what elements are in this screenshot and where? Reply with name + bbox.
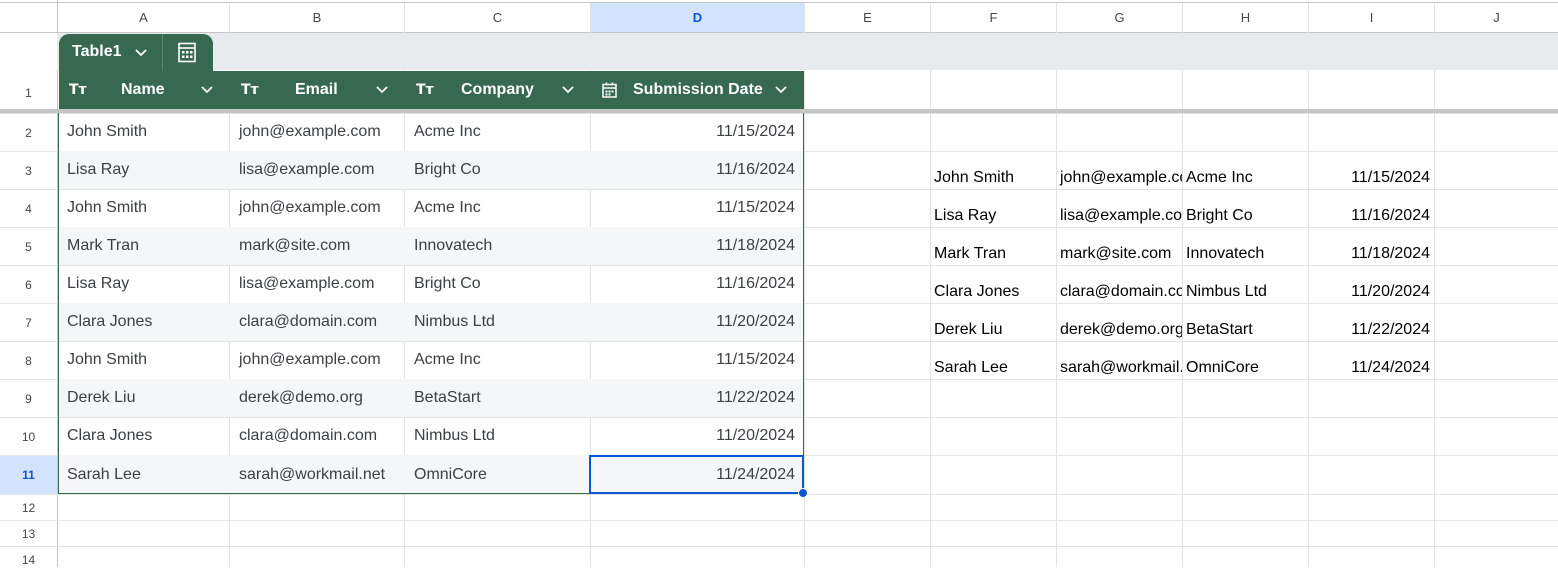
header-label: Email (295, 81, 338, 98)
output-cell[interactable]: Sarah Lee (930, 341, 1056, 379)
tab-divider (162, 34, 163, 71)
header-label: Company (461, 81, 534, 98)
row-header-2[interactable]: 2 (0, 114, 57, 151)
output-cell[interactable]: Acme Inc (1182, 151, 1308, 189)
output-cell[interactable]: John Smith (930, 151, 1056, 189)
row-header-8[interactable]: 8 (0, 342, 57, 379)
table-header-name[interactable]: Tт Name (59, 71, 229, 109)
output-cell[interactable]: Clara Jones (930, 265, 1056, 303)
text-type-icon: Tт (69, 82, 87, 98)
row-header-1[interactable]: 1 (0, 72, 57, 113)
row-header-10[interactable]: 10 (0, 418, 57, 455)
row-header-4[interactable]: 4 (0, 190, 57, 227)
column-header-d[interactable]: D (591, 3, 804, 32)
column-header-a[interactable]: A (58, 3, 229, 32)
table-header-submission-date[interactable]: Submission Date (590, 71, 804, 109)
row-header-7[interactable]: 7 (0, 304, 57, 341)
row-header-3[interactable]: 3 (0, 152, 57, 189)
output-cell[interactable]: sarah@workmail.net (1056, 341, 1182, 379)
chevron-down-icon[interactable] (561, 84, 575, 96)
row-header-12[interactable]: 12 (0, 495, 57, 520)
table-name-band (57, 33, 1558, 70)
output-cell[interactable]: Mark Tran (930, 227, 1056, 265)
table-name: Table1 (72, 43, 122, 60)
column-header-b[interactable]: B (230, 3, 404, 32)
output-cell[interactable]: BetaStart (1182, 303, 1308, 341)
row-header-6[interactable]: 6 (0, 266, 57, 303)
output-cell[interactable]: john@example.com (1056, 151, 1182, 189)
header-label: Submission Date (633, 81, 763, 98)
active-cell[interactable] (589, 455, 804, 494)
table-border (58, 113, 804, 494)
fill-handle[interactable] (798, 488, 808, 498)
calendar-icon (602, 82, 617, 98)
chevron-down-icon[interactable] (375, 84, 389, 96)
output-cell[interactable]: 11/16/2024 (1308, 189, 1434, 227)
output-cell[interactable]: Nimbus Ltd (1182, 265, 1308, 303)
output-cell[interactable]: OmniCore (1182, 341, 1308, 379)
output-cell[interactable]: 11/15/2024 (1308, 151, 1434, 189)
chevron-down-icon[interactable] (774, 84, 788, 96)
chevron-down-icon[interactable] (134, 47, 148, 59)
table-name-tab[interactable]: Table1 (59, 34, 213, 71)
output-cell[interactable]: derek@demo.org (1056, 303, 1182, 341)
output-cell[interactable]: mark@site.com (1056, 227, 1182, 265)
chevron-down-icon[interactable] (200, 84, 214, 96)
column-header-c[interactable]: C (405, 3, 590, 32)
output-cell[interactable]: 11/18/2024 (1308, 227, 1434, 265)
table-header-email[interactable]: Tт Email (229, 71, 404, 109)
column-header-f[interactable]: F (931, 3, 1056, 32)
column-header-i[interactable]: I (1309, 3, 1434, 32)
output-cell[interactable]: 11/20/2024 (1308, 265, 1434, 303)
text-type-icon: Tт (241, 82, 259, 98)
output-cell[interactable]: clara@domain.com (1056, 265, 1182, 303)
output-cell[interactable]: Lisa Ray (930, 189, 1056, 227)
output-cell[interactable]: Derek Liu (930, 303, 1056, 341)
output-cell[interactable]: Innovatech (1182, 227, 1308, 265)
column-header-e[interactable]: E (805, 3, 930, 32)
output-cell[interactable]: lisa@example.com (1056, 189, 1182, 227)
output-cell[interactable]: Bright Co (1182, 189, 1308, 227)
output-cell[interactable]: 11/24/2024 (1308, 341, 1434, 379)
row-header-9[interactable]: 9 (0, 380, 57, 417)
output-cell[interactable]: 11/22/2024 (1308, 303, 1434, 341)
row-header-5[interactable]: 5 (0, 228, 57, 265)
row-header-11[interactable]: 11 (0, 456, 57, 494)
row-header-13[interactable]: 13 (0, 521, 57, 546)
row-header-14[interactable]: 14 (0, 547, 57, 572)
column-header-h[interactable]: H (1183, 3, 1308, 32)
table-settings-icon[interactable] (177, 42, 197, 63)
column-header-j[interactable]: J (1435, 3, 1558, 32)
header-label: Name (121, 81, 165, 98)
table-header-company[interactable]: Tт Company (404, 71, 590, 109)
column-header-g[interactable]: G (1057, 3, 1182, 32)
text-type-icon: Tт (416, 82, 434, 98)
